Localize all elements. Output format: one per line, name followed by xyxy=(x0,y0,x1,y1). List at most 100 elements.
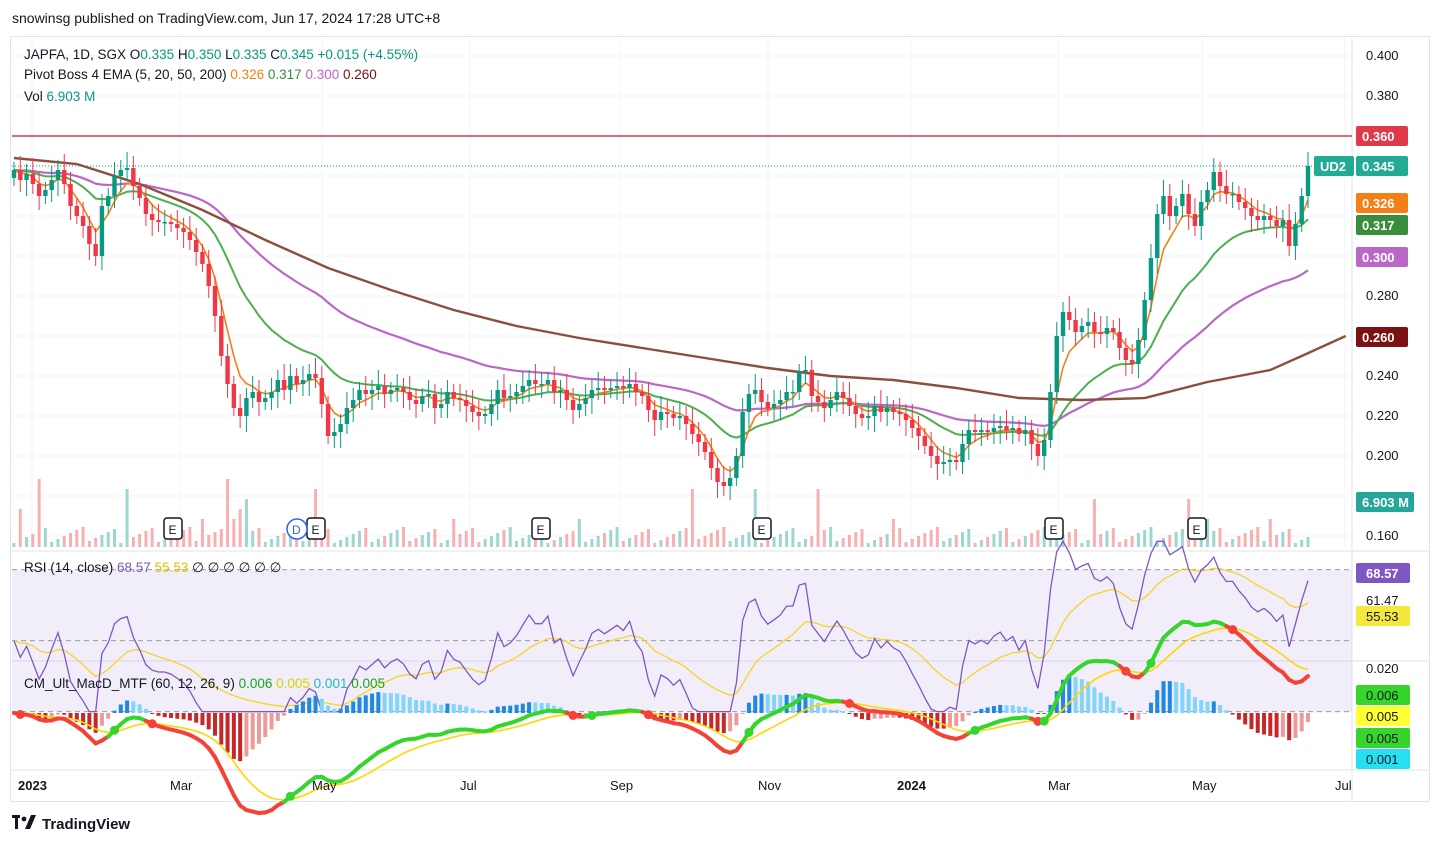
price-chart[interactable]: E E E E E ED0.4000.3800.2800.2400.2200.2000.1… xyxy=(0,0,1441,846)
volume-bar xyxy=(615,527,619,547)
rsi-value: 68.57 xyxy=(1366,566,1399,581)
candle-body xyxy=(1073,320,1078,332)
macd-histogram-bar xyxy=(1098,692,1103,713)
macd-value: 0.005 xyxy=(1366,709,1399,724)
time-axis-label: May xyxy=(312,778,337,793)
volume-bar xyxy=(1074,529,1078,547)
volume-bar xyxy=(370,542,374,547)
macd-cross-dot xyxy=(568,710,578,720)
volume-bar xyxy=(584,542,588,547)
candle-body xyxy=(464,400,469,406)
macd-histogram-bar xyxy=(1274,713,1279,738)
macd-histogram-bar xyxy=(175,713,180,719)
candle-body xyxy=(307,374,312,380)
candle-body xyxy=(526,380,532,386)
volume-bar xyxy=(741,535,745,547)
candle-body xyxy=(43,190,48,196)
candle-body xyxy=(891,408,896,412)
macd-histogram-bar xyxy=(470,708,475,713)
macd-histogram-bar xyxy=(131,701,136,713)
volume-bar xyxy=(1174,532,1178,547)
volume-bar xyxy=(301,541,305,547)
volume-bar xyxy=(1080,543,1084,547)
volume-bar xyxy=(43,528,47,547)
volume-bar xyxy=(979,540,983,547)
candle-body xyxy=(325,404,331,436)
price-axis-tick: 0.380 xyxy=(1366,88,1399,103)
volume-bar xyxy=(992,534,996,547)
macd-histogram-bar xyxy=(1299,713,1304,732)
candle-body xyxy=(778,400,783,404)
volume-bar xyxy=(665,537,669,547)
volume-bar xyxy=(816,489,820,547)
volume-bar xyxy=(62,536,66,547)
volume-bar xyxy=(357,531,361,547)
candle-body xyxy=(652,410,657,420)
legend-part: 0.006 xyxy=(239,676,277,691)
macd-histogram-bar xyxy=(759,693,764,713)
macd-histogram-bar xyxy=(1186,689,1191,713)
volume-bar xyxy=(1243,533,1247,547)
candle-body xyxy=(1242,202,1248,208)
macd-histogram-bar xyxy=(206,713,211,730)
macd-value: 0.006 xyxy=(1366,688,1399,703)
candle-body xyxy=(677,416,683,418)
volume-bar xyxy=(948,538,952,547)
volume-bar xyxy=(94,538,98,547)
legend-part: 0.005 xyxy=(276,676,314,691)
volume-bar xyxy=(791,528,795,547)
candle-body xyxy=(175,224,180,228)
candle-body xyxy=(1029,430,1034,444)
volume-bar xyxy=(81,527,85,547)
volume-bar xyxy=(414,538,418,547)
volume-bar xyxy=(326,529,330,547)
macd-histogram-bar xyxy=(1136,713,1141,720)
volume-bar xyxy=(609,530,613,547)
volume-bar xyxy=(521,538,525,547)
volume-bar xyxy=(200,519,204,547)
volume-bar xyxy=(898,528,902,547)
volume-bar xyxy=(734,538,738,547)
candle-body xyxy=(313,374,318,378)
candle-body xyxy=(118,170,123,176)
volume-bar xyxy=(766,540,770,547)
macd-histogram-bar xyxy=(495,706,500,713)
macd-histogram-bar xyxy=(1211,701,1216,713)
macd-histogram-bar xyxy=(106,713,111,719)
candle-body xyxy=(834,392,840,400)
macd-histogram-bar xyxy=(313,695,318,713)
time-axis-label: Nov xyxy=(758,778,782,793)
macd-histogram-bar xyxy=(370,693,375,713)
candle-body xyxy=(394,388,400,390)
candle-body xyxy=(872,406,877,416)
volume-bar xyxy=(684,528,688,547)
macd-histogram-bar xyxy=(847,713,852,714)
volume-bar xyxy=(1218,528,1222,547)
candle-body xyxy=(621,386,626,388)
candle-body xyxy=(363,390,368,394)
volume-bar xyxy=(87,541,91,547)
macd-histogram-bar xyxy=(740,713,745,714)
volume-bar xyxy=(954,535,958,547)
candle-body xyxy=(80,216,86,226)
macd-histogram-bar xyxy=(200,713,205,726)
candle-body xyxy=(1280,220,1286,226)
macd-line-segment xyxy=(213,755,224,772)
volume-bar xyxy=(885,534,889,547)
candle-body xyxy=(1205,190,1210,202)
macd-histogram-bar xyxy=(947,713,952,728)
legend-part: C xyxy=(270,47,280,62)
tradingview-footer[interactable]: TradingView xyxy=(12,815,130,833)
macd-histogram-bar xyxy=(181,713,186,720)
price-axis-tick: 0.400 xyxy=(1366,48,1399,63)
earnings-marker-label: E xyxy=(312,523,320,537)
volume-bar xyxy=(917,536,921,547)
volume-bar xyxy=(596,536,600,547)
candle-body xyxy=(941,462,946,464)
volume-bar xyxy=(797,542,801,547)
volume-bar xyxy=(904,542,908,547)
price-axis-tick: 0.280 xyxy=(1366,288,1399,303)
volume-bar xyxy=(1030,533,1034,547)
candle-body xyxy=(200,252,205,264)
macd-histogram-bar xyxy=(294,705,299,713)
